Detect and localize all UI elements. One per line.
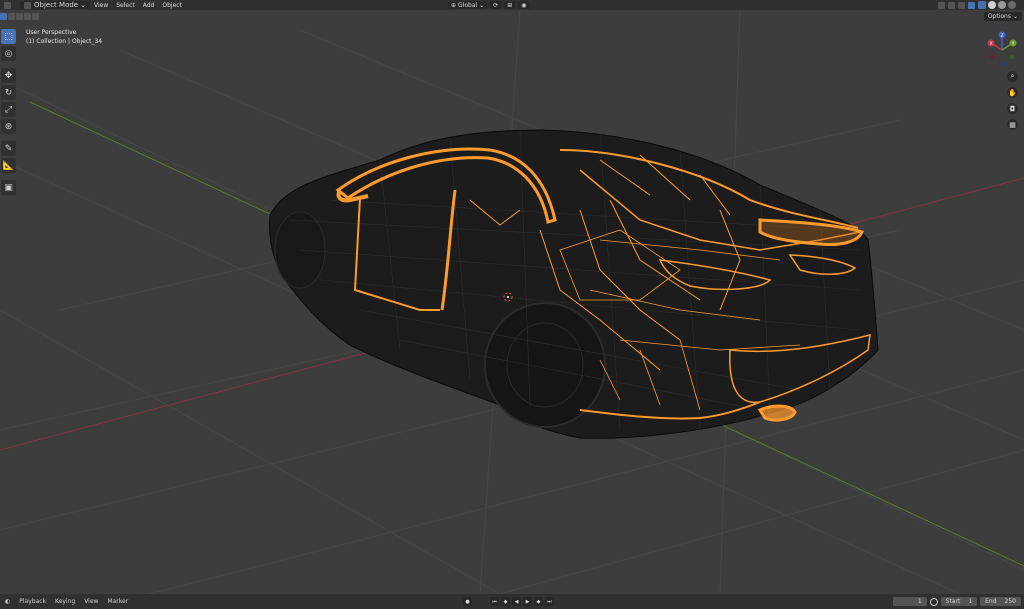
mode-dropdown[interactable]: Object Mode ⌄ [20, 1, 90, 9]
select-extend-icon[interactable] [8, 13, 15, 20]
chevron-down-icon: ⌄ [80, 1, 86, 9]
pivot-icon: ⟳ [493, 1, 499, 9]
material-shading-icon[interactable] [998, 1, 1006, 9]
proportional-edit-icon: ◉ [521, 1, 527, 9]
orientation-dropdown[interactable]: ⊕ Global ⌄ [448, 1, 488, 9]
record-icon[interactable]: ● [463, 597, 472, 606]
play-reverse-icon[interactable]: ◀ [512, 597, 521, 606]
svg-text:Z: Z [1000, 33, 1003, 39]
jump-start-icon[interactable]: ⏮ [490, 597, 499, 606]
annotate-icon[interactable]: ✎ [1, 141, 16, 156]
transform-icon[interactable]: ⊛ [1, 119, 16, 134]
pan-icon[interactable]: ✋ [1007, 87, 1018, 98]
svg-text:Y: Y [1011, 41, 1015, 47]
car-object[interactable] [269, 129, 879, 439]
viewport-info: User Perspective (1) Collection | Object… [26, 29, 103, 45]
menu-add[interactable]: Add [139, 2, 159, 9]
rotate-icon[interactable]: ↻ [1, 85, 16, 100]
wireframe-shading-icon[interactable] [978, 1, 986, 9]
menu-timeline-view[interactable]: View [81, 598, 101, 605]
select-invert-icon[interactable] [24, 13, 31, 20]
end-frame-field[interactable]: End 250 [980, 597, 1021, 606]
svg-text:X: X [989, 41, 992, 47]
select-new-icon[interactable] [0, 13, 7, 20]
viewport-editor-icon [4, 1, 11, 9]
next-keyframe-icon[interactable]: ◆ [534, 597, 543, 606]
select-intersect-icon[interactable] [32, 13, 39, 20]
menu-keying[interactable]: Keying [52, 598, 78, 605]
options-dropdown[interactable]: Options ⌄ [983, 12, 1022, 21]
overlay-icon[interactable] [958, 1, 965, 9]
select-mode-row [0, 13, 39, 20]
jump-end-icon[interactable]: ⏭ [545, 597, 554, 606]
snap-toggle[interactable]: ⊞ [504, 1, 516, 9]
grid-icon[interactable]: ▦ [1007, 119, 1018, 130]
collection-name: (1) Collection [26, 38, 67, 45]
view-name: User Perspective [26, 29, 77, 36]
timeline-editor-icon[interactable]: ◐ [2, 598, 13, 605]
tool-shelf: ⬚ ◎ ✥ ↻ ⤢ ⊛ ✎ 📐 ▣ [0, 29, 17, 195]
chevron-down-icon: ⌄ [479, 1, 485, 9]
editor-type-button[interactable] [0, 0, 16, 10]
menu-select[interactable]: Select [112, 2, 139, 9]
options-label: Options [987, 13, 1011, 20]
camera-icon[interactable]: ◘ [1007, 103, 1018, 114]
rendered-shading-icon[interactable] [1008, 1, 1016, 9]
proportional-edit-toggle[interactable]: ◉ [518, 1, 530, 9]
orientation-icon: ⊕ [451, 1, 457, 9]
scale-icon[interactable]: ⤢ [1, 102, 16, 117]
rear-wheel [484, 302, 606, 428]
3d-viewport[interactable] [0, 10, 1024, 594]
mode-label: Object Mode [34, 1, 79, 9]
timeline-bar: ◐ Playback Keying View Marker ● ⏮ ◆ ◀ ▶ … [0, 594, 1024, 609]
add-cube-icon[interactable]: ▣ [1, 180, 16, 195]
move-icon[interactable]: ✥ [1, 68, 16, 83]
navigation-buttons: ⌕ ✋ ◘ ▦ [1007, 71, 1018, 130]
select-subtract-icon[interactable] [16, 13, 23, 20]
pivot-dropdown[interactable]: ⟳ [490, 1, 502, 9]
start-frame-field[interactable]: Start 1 [940, 597, 978, 606]
xray-icon[interactable] [968, 1, 975, 9]
clock-icon[interactable] [929, 597, 938, 606]
cursor-icon[interactable]: ◎ [1, 46, 16, 61]
navigation-gizmo[interactable]: Z Y X [982, 30, 1022, 70]
prev-keyframe-icon[interactable]: ◆ [501, 597, 510, 606]
gizmo-icon[interactable] [948, 1, 955, 9]
chevron-down-icon: ⌄ [1012, 13, 1018, 20]
play-icon[interactable]: ▶ [523, 597, 532, 606]
zoom-icon[interactable]: ⌕ [1007, 71, 1018, 82]
menu-view[interactable]: View [90, 2, 112, 9]
object-mode-icon [24, 1, 31, 9]
menu-marker[interactable]: Marker [104, 598, 131, 605]
current-frame-field[interactable]: 1 [892, 597, 927, 606]
header-bar: Object Mode ⌄ View Select Add Object ⊕ G… [0, 0, 1024, 10]
solid-shading-icon[interactable] [988, 1, 996, 9]
snap-icon: ⊞ [507, 1, 513, 9]
menu-object[interactable]: Object [158, 2, 186, 9]
orientation-label: Global [458, 1, 478, 9]
select-box-icon[interactable]: ⬚ [1, 29, 16, 44]
measure-icon[interactable]: 📐 [1, 158, 16, 173]
menu-playback[interactable]: Playback [16, 598, 49, 605]
visibility-icon[interactable] [938, 1, 945, 9]
active-object-name: Object_34 [71, 38, 103, 45]
